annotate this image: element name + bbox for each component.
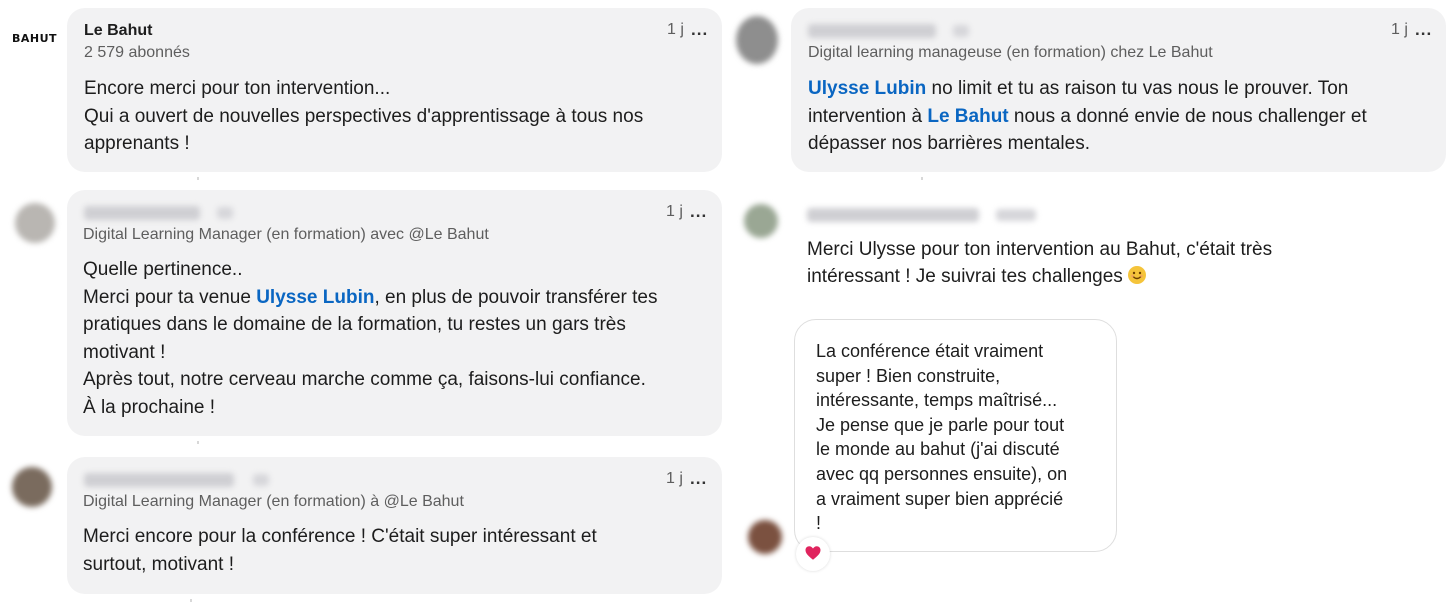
follower-count: 2 579 abonnés bbox=[84, 44, 190, 61]
comment-time: 1 j bbox=[666, 470, 683, 487]
comment-line: intervention à Le Bahut nous a donné env… bbox=[808, 103, 1367, 131]
author-headline: Digital learning manageuse (en formation… bbox=[808, 44, 1213, 61]
thread-tail bbox=[921, 177, 923, 180]
more-options-button[interactable]: ... bbox=[691, 20, 708, 40]
comment-line: a vraiment super bien apprécié bbox=[816, 488, 1064, 509]
comment-line: Je pense que je parle pour tout bbox=[816, 414, 1065, 435]
comment-line: dépasser nos barrières mentales. bbox=[808, 133, 1090, 154]
author-name-hidden[interactable] bbox=[84, 206, 200, 220]
avatar[interactable] bbox=[748, 520, 782, 554]
connection-degree-hidden bbox=[217, 207, 233, 219]
author-name-hidden[interactable] bbox=[807, 208, 979, 222]
comment-text: Encore merci pour ton intervention... Qu… bbox=[84, 75, 643, 158]
comment-bubble: Le Bahut 2 579 abonnés 1 j ... Encore me… bbox=[67, 8, 722, 172]
comment-line: Merci Ulysse pour ton intervention au Ba… bbox=[807, 239, 1273, 260]
comment-line: motivant ! bbox=[83, 341, 166, 363]
comment-bubble: Digital learning manageuse (en formation… bbox=[791, 8, 1446, 172]
comment-text: Ulysse Lubin no limit et tu as raison tu… bbox=[808, 75, 1367, 158]
comment-time: 1 j bbox=[1391, 21, 1408, 38]
comment-line: Après tout, notre cerveau marche comme ç… bbox=[83, 369, 646, 390]
message-bubble: La conférence était vraiment super ! Bie… bbox=[794, 319, 1117, 552]
avatar[interactable] bbox=[744, 204, 778, 238]
text-segment: no limit et tu as raison tu vas nous le … bbox=[926, 78, 1349, 99]
text-segment: intéressant ! Je suivrai tes challenges bbox=[807, 265, 1123, 287]
author-name-hidden[interactable] bbox=[808, 24, 936, 38]
text-segment: , en plus de pouvoir transférer tes bbox=[374, 286, 658, 308]
comment-line: apprenants ! bbox=[84, 133, 190, 154]
comment-line: Merci encore pour la conférence ! C'étai… bbox=[83, 526, 597, 547]
reaction-badge[interactable] bbox=[796, 537, 830, 571]
comment-line: surtout, motivant ! bbox=[83, 553, 235, 575]
comment-line: ! bbox=[816, 513, 822, 534]
comment-line: Encore merci pour ton intervention... bbox=[84, 78, 391, 99]
company-logo[interactable]: BAHUT bbox=[12, 32, 57, 45]
avatar[interactable] bbox=[15, 203, 55, 243]
comment-line: Merci pour ta venue Ulysse Lubin, en plu… bbox=[83, 284, 658, 312]
comment-text: Merci Ulysse pour ton intervention au Ba… bbox=[807, 237, 1272, 290]
thread-tail bbox=[197, 177, 199, 180]
avatar[interactable] bbox=[12, 467, 52, 507]
text-segment: intervention à bbox=[808, 105, 928, 127]
comment-line: super ! Bien construite, bbox=[816, 365, 1001, 386]
comment-line: le monde au bahut (j'ai discuté bbox=[816, 439, 1060, 460]
heart-icon bbox=[805, 546, 821, 560]
comment-bubble: Digital Learning Manager (en formation) … bbox=[67, 190, 722, 436]
comment-time: 1 j bbox=[667, 21, 684, 38]
comment-text: Quelle pertinence.. Merci pour ta venue … bbox=[83, 256, 658, 421]
comment-line: intéressante, temps maîtrisé... bbox=[816, 390, 1058, 411]
mention-link[interactable]: Ulysse Lubin bbox=[256, 287, 374, 308]
mention-link[interactable]: Le Bahut bbox=[927, 106, 1008, 127]
author-headline: Digital Learning Manager (en formation) … bbox=[83, 226, 489, 243]
thread-tail bbox=[197, 441, 199, 444]
mention-link[interactable]: Ulysse Lubin bbox=[808, 78, 926, 99]
comment-bubble: Digital Learning Manager (en formation) … bbox=[67, 457, 722, 594]
text-segment: nous a donné envie de nous challenger et bbox=[1008, 105, 1367, 127]
comment-line: pratiques dans le domaine de la formatio… bbox=[83, 314, 626, 335]
comment-text: La conférence était vraiment super ! Bie… bbox=[816, 339, 1067, 536]
comment-line: intéressant ! Je suivrai tes challenges bbox=[807, 264, 1272, 291]
author-name-hidden[interactable] bbox=[84, 473, 234, 487]
author-headline: Digital Learning Manager (en formation) … bbox=[83, 493, 464, 510]
comment-line: avec qq personnes ensuite), on bbox=[816, 463, 1068, 484]
connection-degree-hidden bbox=[253, 474, 269, 486]
text-segment: Merci pour ta venue bbox=[83, 286, 257, 308]
comment-line: Qui a ouvert de nouvelles perspectives d… bbox=[84, 105, 644, 127]
more-options-button[interactable]: ... bbox=[1415, 20, 1432, 40]
more-options-button[interactable]: ... bbox=[690, 202, 707, 222]
comment-text: Merci encore pour la conférence ! C'étai… bbox=[83, 523, 597, 578]
more-options-button[interactable]: ... bbox=[690, 469, 707, 489]
author-name[interactable]: Le Bahut bbox=[84, 22, 152, 40]
comment-line: La conférence était vraiment bbox=[816, 341, 1044, 361]
comment-time-hidden bbox=[996, 209, 1036, 221]
smiling-face-emoji bbox=[1128, 265, 1147, 284]
comment-line: Ulysse Lubin no limit et tu as raison tu… bbox=[808, 75, 1367, 103]
connection-degree-hidden bbox=[953, 25, 969, 37]
comment-line: Quelle pertinence.. bbox=[83, 259, 243, 280]
avatar[interactable] bbox=[736, 16, 778, 64]
comment-time: 1 j bbox=[666, 203, 683, 220]
comment-line: À la prochaine ! bbox=[83, 396, 216, 418]
